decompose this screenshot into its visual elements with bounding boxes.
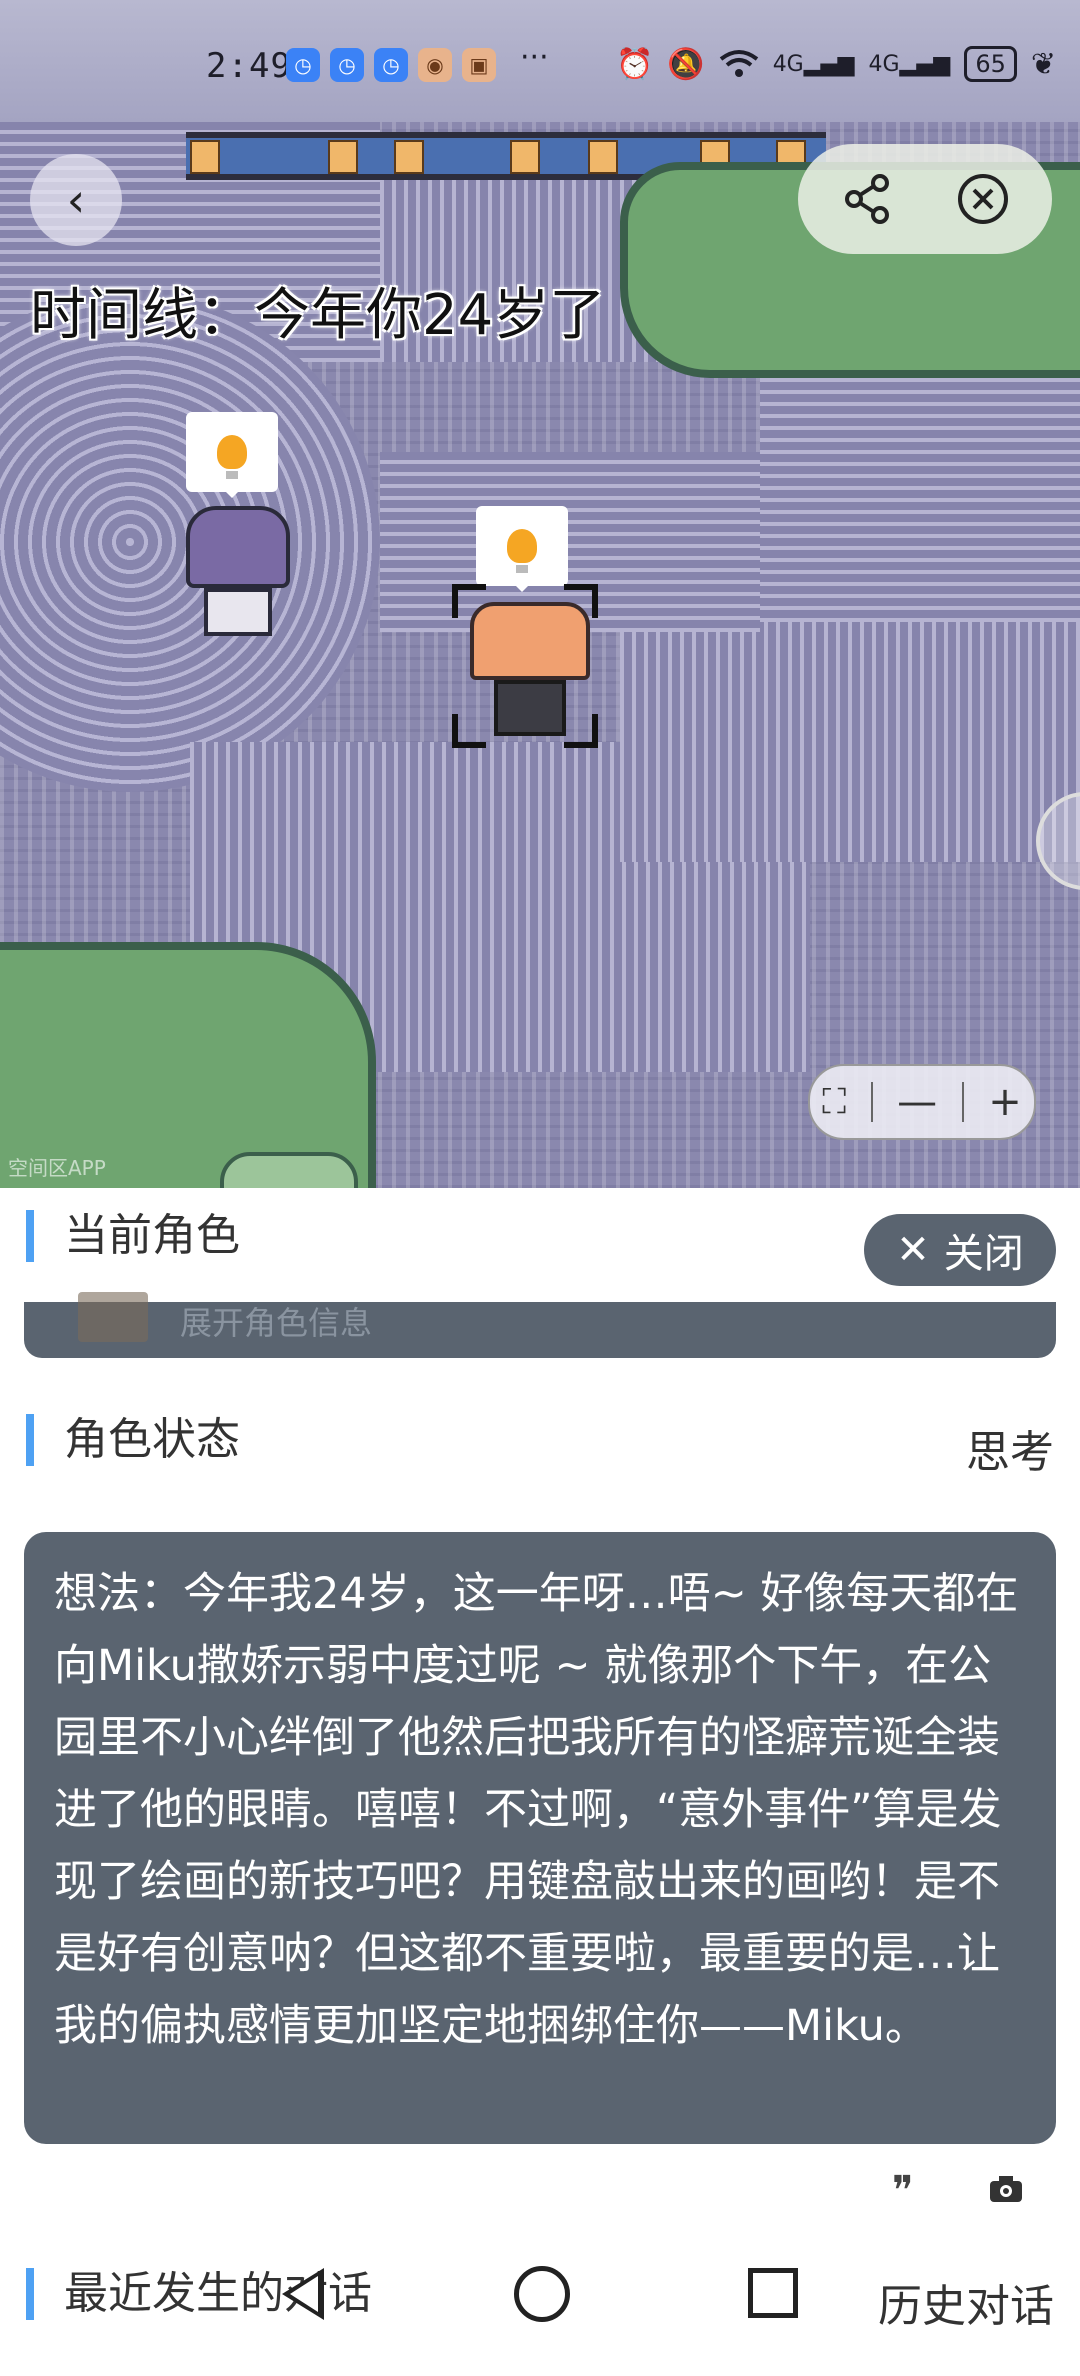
role-status-title: 角色状态 (26, 1414, 240, 1466)
close-circle-icon[interactable] (948, 164, 1018, 234)
system-nav-bar (0, 2256, 1080, 2376)
lightbulb-icon (217, 435, 247, 479)
zoom-controls: ⛶ — + (808, 1064, 1036, 1140)
game-map[interactable]: ‹ 时间线：今年你24岁了 ⛶ — + 空间区APP (0, 122, 1080, 1188)
zoom-in-button[interactable]: + (988, 1079, 1022, 1125)
role-status-value: 思考 (966, 1427, 1054, 1478)
system-indicators: ⏰ 🔕 4G▂▄▆ 4G▂▄▆ 65 ❦ (616, 46, 1056, 82)
fit-screen-icon[interactable]: ⛶ (822, 1082, 846, 1122)
watermark: 空间区APP (8, 1156, 106, 1180)
alarm-icon: ⏰ (615, 46, 654, 82)
more-notifications-icon: ··· (520, 40, 549, 75)
signal-icon: 4G▂▄▆ (868, 51, 951, 77)
player-character[interactable] (470, 602, 590, 736)
app-notification-icon: ◷ (330, 48, 364, 82)
expand-character-info[interactable]: 展开角色信息 (180, 1298, 372, 1344)
character-panel: 当前角色 ✕ 关闭 展开角色信息 角色状态 思考 想法：今年我24岁，这一年呀…… (0, 1188, 1080, 2376)
nav-recents-icon[interactable] (748, 2268, 798, 2318)
close-button[interactable]: ✕ 关闭 (864, 1214, 1056, 1286)
nav-back-icon[interactable] (282, 2268, 324, 2320)
thinking-bubble (186, 412, 278, 498)
zoom-out-button[interactable]: — (897, 1079, 937, 1125)
bush (220, 1152, 358, 1188)
npc-character[interactable] (186, 506, 290, 636)
signal-icon: 4G▂▄▆ (772, 51, 855, 77)
camera-icon[interactable] (988, 2168, 1024, 2214)
quote-icon[interactable]: ❞ (892, 2168, 914, 2214)
floor-tile (620, 622, 1080, 862)
floor-tile (760, 362, 1080, 622)
character-card[interactable]: 展开角色信息 (24, 1292, 1056, 1358)
notification-icons: ◷ ◷ ◷ ◉ ▣ (286, 48, 496, 82)
app-notification-icon: ▣ (462, 48, 496, 82)
thought-box: 想法：今年我24岁，这一年呀…唔~ 好像每天都在向Miku撒娇示弱中度过呢 ~ … (24, 1532, 1056, 2144)
app-notification-icon: ◷ (374, 48, 408, 82)
status-time: 2:49 (206, 46, 292, 86)
thinking-bubble (476, 506, 568, 592)
app-notification-icon: ◉ (418, 48, 452, 82)
share-icon[interactable] (833, 164, 903, 234)
character-thumbnail (78, 1292, 148, 1342)
back-button[interactable]: ‹ (30, 154, 122, 246)
current-role-title: 当前角色 (26, 1210, 240, 1262)
nav-home-icon[interactable] (514, 2266, 570, 2322)
thought-text: 想法：今年我24岁，这一年呀…唔~ 好像每天都在向Miku撒娇示弱中度过呢 ~ … (54, 1569, 1019, 2051)
close-label: 关闭 (943, 1231, 1024, 1277)
timeline-label: 时间线：今年你24岁了 (30, 283, 606, 348)
app-notification-icon: ◷ (286, 48, 320, 82)
wifi-icon (719, 50, 758, 77)
mute-icon: 🔕 (667, 46, 705, 82)
lightbulb-icon (507, 529, 537, 573)
close-icon: ✕ (896, 1227, 930, 1273)
battery-icon: 65 (964, 46, 1017, 82)
status-bar: 2:49 ◷ ◷ ◷ ◉ ▣ ··· ⏰ 🔕 4G▂▄▆ 4G▂▄▆ 65 ❦ (0, 0, 1080, 122)
action-pill (798, 144, 1052, 254)
leaf-icon: ❦ (1030, 46, 1056, 82)
